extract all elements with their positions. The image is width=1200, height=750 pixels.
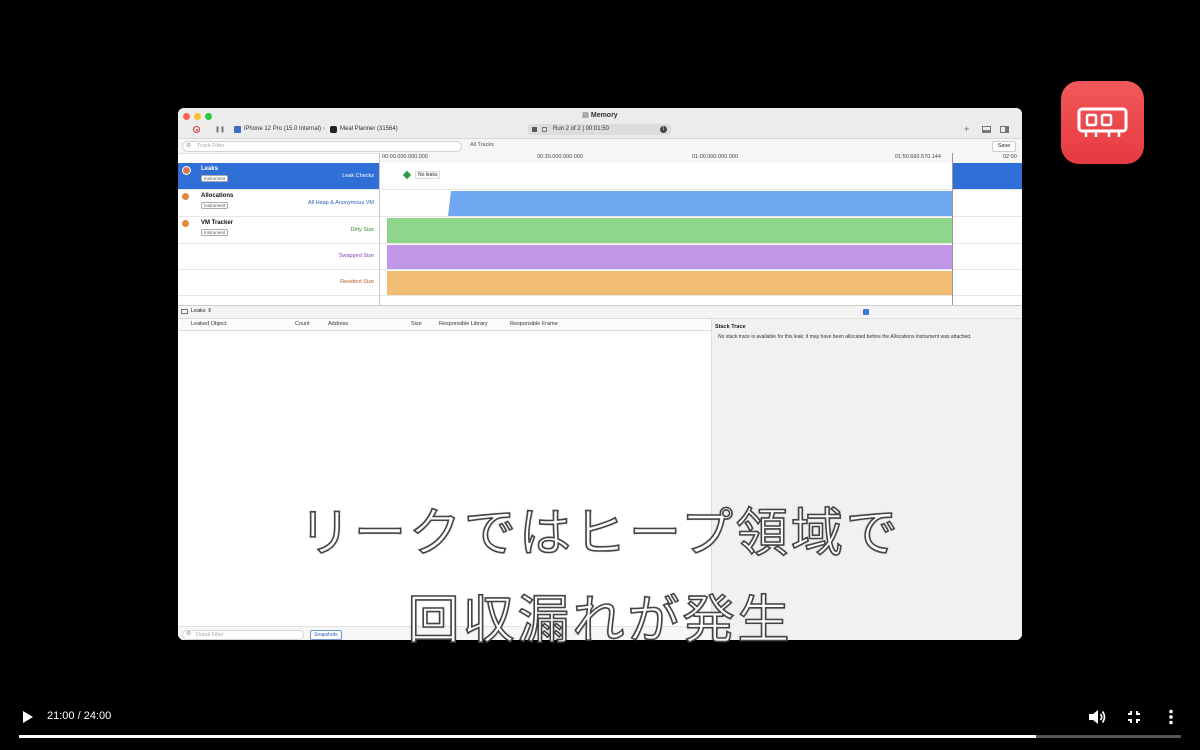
ruler-tick: 02:00 xyxy=(1003,154,1017,160)
progress-fill xyxy=(19,735,1036,738)
filter-bar: ⊜ Track Filter All Tracks Save xyxy=(178,139,1022,154)
instrument-name: Leaks xyxy=(201,166,219,172)
instrument-badge[interactable]: Instrument xyxy=(201,175,229,182)
exit-fullscreen-icon[interactable] xyxy=(1127,710,1141,724)
column-header[interactable]: Leaked Object xyxy=(191,321,226,327)
memory-chip-icon xyxy=(1077,107,1128,137)
track-label: Leak Checks xyxy=(342,173,374,179)
add-instrument-icon[interactable]: + xyxy=(964,124,969,134)
column-header[interactable]: Count xyxy=(295,321,310,327)
leak-status-label: No leaks xyxy=(415,171,441,179)
track-label: Resident Size xyxy=(340,279,374,285)
info-icon[interactable]: i xyxy=(660,126,667,133)
save-button[interactable]: Save xyxy=(992,141,1016,152)
track-label: Swapped Size xyxy=(338,253,374,259)
table-icon xyxy=(181,309,188,314)
table-header: Leaked Object Count Address Size Respons… xyxy=(178,319,711,331)
column-header[interactable]: Responsible Frame xyxy=(510,321,558,327)
instrument-badge[interactable]: Instrument xyxy=(201,229,229,236)
ruler-tick: 01:00.000.000.000 xyxy=(692,154,738,160)
record-icon[interactable] xyxy=(193,126,200,133)
more-options-icon[interactable] xyxy=(1168,709,1174,725)
allocations-area xyxy=(448,191,953,216)
time-display: 21:00 / 24:00 xyxy=(47,710,112,722)
checkmark-icon xyxy=(402,170,412,180)
instrument-name: Allocations xyxy=(201,193,234,199)
track-row-leaks[interactable]: Leaks Instrument Leak Checks No leaks xyxy=(178,163,1022,190)
track-label: All Heap & Anonymous VM xyxy=(307,200,374,206)
stop-run-icon[interactable] xyxy=(532,127,537,132)
leak-checks-track[interactable]: No leaks xyxy=(380,163,953,189)
chevron-right-icon: › xyxy=(322,126,325,132)
instrument-name: VM Tracker xyxy=(201,220,234,226)
track-filter-input[interactable]: ⊜ Track Filter xyxy=(182,141,462,152)
stack-trace-title: Stack Trace xyxy=(715,324,746,330)
filter-icon: ⊜ xyxy=(186,143,192,149)
memory-app-icon xyxy=(1061,81,1144,164)
playhead-line[interactable] xyxy=(952,153,953,305)
video-controls: 21:00 / 24:00 xyxy=(0,700,1200,750)
right-panel-toggle-icon[interactable] xyxy=(1000,126,1009,133)
window-title: ▤ Memory xyxy=(582,112,618,119)
bottom-panel-toggle-icon[interactable] xyxy=(982,126,991,133)
stack-trace-message: No stack trace is available for this lea… xyxy=(718,334,972,340)
leaks-instrument-icon xyxy=(182,166,191,175)
run-selector[interactable]: Run 2 of 2 | 00:01:50 i xyxy=(528,124,671,135)
pause-icon[interactable]: ❚❚ xyxy=(215,126,225,133)
subtitle-line-1: リークではヒープ領域で xyxy=(298,503,901,565)
column-header[interactable]: Address xyxy=(328,321,348,327)
track-row-swapped-size[interactable]: Swapped Size xyxy=(178,244,1022,270)
detail-selector[interactable]: Leaks ⇕ xyxy=(191,308,212,314)
progress-bar[interactable] xyxy=(19,735,1181,738)
allocations-instrument-icon xyxy=(182,193,189,200)
all-tracks-label[interactable]: All Tracks xyxy=(470,142,494,148)
detail-header: Leaks ⇕ xyxy=(178,306,1022,319)
swapped-size-graph[interactable] xyxy=(387,245,953,269)
track-row-dirty-size[interactable]: VM Tracker Instrument Dirty Size xyxy=(178,217,1022,244)
track-divider[interactable] xyxy=(379,153,380,305)
track-label: Dirty Size xyxy=(350,227,374,233)
column-header[interactable]: Responsible Library xyxy=(439,321,488,327)
track-row-allocations[interactable]: Allocations Instrument All Heap & Anonym… xyxy=(178,190,1022,217)
device-selector[interactable]: iPhone 12 Pro (15.0 Internal) › xyxy=(244,126,325,132)
column-header[interactable]: Size xyxy=(411,321,422,327)
ruler-tick: 00:00.000.000.000 xyxy=(382,154,428,160)
ruler-tick: 01:50.660.570.144 xyxy=(895,154,941,160)
ruler-tick: 00:30.000.000.000 xyxy=(537,154,583,160)
resident-size-graph[interactable] xyxy=(387,271,953,295)
device-icon xyxy=(234,126,241,133)
title-bar: ▤ Memory ❚❚ iPhone 12 Pro (15.0 Internal… xyxy=(178,108,1022,139)
vm-tracker-instrument-icon xyxy=(182,220,189,227)
instrument-badge[interactable]: Instrument xyxy=(201,202,229,209)
volume-icon[interactable] xyxy=(1088,709,1106,725)
allocations-graph[interactable] xyxy=(380,190,953,216)
run-list-icon[interactable] xyxy=(542,127,547,132)
app-target-icon xyxy=(330,126,337,133)
chevron-updown-icon: ⇕ xyxy=(207,308,212,314)
play-icon[interactable] xyxy=(22,710,34,724)
target-selector[interactable]: Meal Planner (31564) xyxy=(340,126,398,132)
track-row-resident-size[interactable]: Resident Size xyxy=(178,270,1022,296)
dirty-size-graph[interactable] xyxy=(387,218,953,243)
subtitle-line-2: 回収漏れが発生 xyxy=(407,590,793,652)
document-icon: ▤ xyxy=(582,112,591,119)
extended-detail-icon[interactable] xyxy=(863,309,869,315)
